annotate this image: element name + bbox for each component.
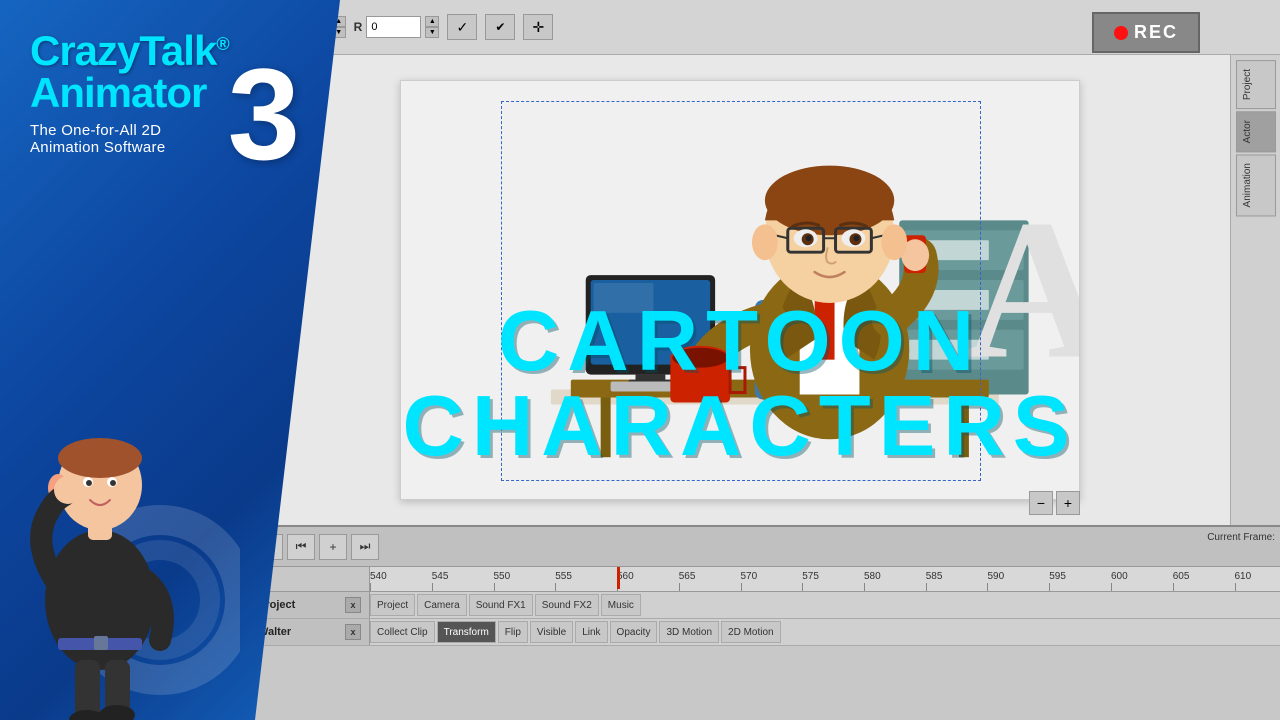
track-cell-collect[interactable]: Collect Clip (370, 621, 435, 643)
ruler-num-605: 605 (1173, 571, 1190, 582)
right-sidebar: Project Actor Animation (1230, 55, 1280, 525)
ruler-num-545: 545 (432, 571, 449, 582)
move-button[interactable]: ✛ (523, 14, 553, 40)
playhead[interactable] (617, 567, 620, 589)
track-cell-2dmotion[interactable]: 2D Motion (721, 621, 781, 643)
canvas-area: A (250, 55, 1230, 525)
ruler-num-590: 590 (987, 571, 1004, 582)
track-walter: Walter x Collect Clip Transform Flip Vis… (250, 619, 1280, 646)
track-cell-camera[interactable]: Camera (417, 594, 467, 616)
timeline-area: ⬛ ⏮ + ⏭ Current Frame: 54054555055556056… (250, 525, 1280, 720)
r-down[interactable]: ▼ (425, 27, 439, 38)
cartoon-title: CARTOON CHARACTERS (401, 299, 1079, 469)
canvas-inner: A (400, 80, 1080, 500)
ruler-num-555: 555 (555, 571, 572, 582)
app-toolbar: H 119.6 ▲ ▼ R 0 ▲ ▼ ✓ ✔ ✛ REC (250, 0, 1280, 55)
zoom-controls: − + (1029, 491, 1080, 515)
track-cell-music[interactable]: Music (601, 594, 641, 616)
ruler-num-550: 550 (494, 571, 511, 582)
track-project-content: Project Camera Sound FX1 Sound FX2 Music (370, 592, 1280, 618)
app-panel: H 119.6 ▲ ▼ R 0 ▲ ▼ ✓ ✔ ✛ REC (250, 0, 1280, 720)
toolbar-r-group: R 0 ▲ ▼ (354, 16, 440, 38)
ruler-num-575: 575 (802, 571, 819, 582)
add-keyframe-button[interactable]: + (319, 534, 347, 560)
character-illustration (0, 300, 240, 720)
step-back-button[interactable]: ⏮ (287, 534, 315, 560)
track-cell-opacity[interactable]: Opacity (610, 621, 658, 643)
track-walter-close[interactable]: x (345, 624, 361, 640)
track-cell-3dmotion[interactable]: 3D Motion (659, 621, 719, 643)
track-cell-soundfx2[interactable]: Sound FX2 (535, 594, 599, 616)
track-cell-transform[interactable]: Transform (437, 621, 496, 643)
current-frame-label: Current Frame: (1207, 532, 1275, 543)
brand-number: 3 (228, 62, 300, 166)
ruler-num-570: 570 (741, 571, 758, 582)
track-project: Project x Project Camera Sound FX1 Sound… (250, 592, 1280, 619)
r-label: R (354, 20, 363, 34)
track-cell-visible[interactable]: Visible (530, 621, 573, 643)
checkmark-button[interactable]: ✓ (447, 14, 477, 40)
track-walter-label: Walter x (250, 619, 370, 645)
ruler-num-600: 600 (1111, 571, 1128, 582)
track-cell-soundfx1[interactable]: Sound FX1 (469, 594, 533, 616)
r-up[interactable]: ▲ (425, 16, 439, 27)
cartoon-line2: CHARACTERS (401, 384, 1079, 469)
r-spinner[interactable]: ▲ ▼ (425, 16, 439, 38)
ruler-num-585: 585 (926, 571, 943, 582)
zoom-out-button[interactable]: − (1029, 491, 1053, 515)
brand-name-second-line: Animator (30, 72, 228, 114)
cartoon-line1: CARTOON (401, 299, 1079, 384)
sidebar-tab-animation[interactable]: Animation (1236, 154, 1276, 216)
ruler-num-565: 565 (679, 571, 696, 582)
track-cell-flip[interactable]: Flip (498, 621, 528, 643)
ruler-numbers: 5405455505555605655705755805855905956006… (370, 567, 1280, 591)
ruler-num-540: 540 (370, 571, 387, 582)
ruler-num-595: 595 (1049, 571, 1066, 582)
sidebar-tab-actor[interactable]: Actor (1236, 111, 1276, 152)
step-fwd-button[interactable]: ⏭ (351, 534, 379, 560)
brand-subtitle: The One-for-All 2D Animation Software (30, 122, 228, 156)
rec-dot (1114, 26, 1128, 40)
rec-button[interactable]: REC (1092, 12, 1200, 53)
track-walter-content: Collect Clip Transform Flip Visible Link… (370, 619, 1280, 645)
sidebar-tab-project[interactable]: Project (1236, 60, 1276, 109)
track-project-close[interactable]: x (345, 597, 361, 613)
timeline-ruler: 5405455505555605655705755805855905956006… (250, 567, 1280, 592)
v-check-button[interactable]: ✔ (485, 14, 515, 40)
track-cell-link[interactable]: Link (575, 621, 607, 643)
track-cell-project[interactable]: Project (370, 594, 415, 616)
ruler-num-580: 580 (864, 571, 881, 582)
rec-label: REC (1134, 22, 1178, 43)
ruler-num-610: 610 (1235, 571, 1252, 582)
zoom-in-button[interactable]: + (1056, 491, 1080, 515)
timeline-controls: ⬛ ⏮ + ⏭ Current Frame: (250, 527, 1280, 567)
r-input[interactable]: 0 (366, 16, 421, 38)
